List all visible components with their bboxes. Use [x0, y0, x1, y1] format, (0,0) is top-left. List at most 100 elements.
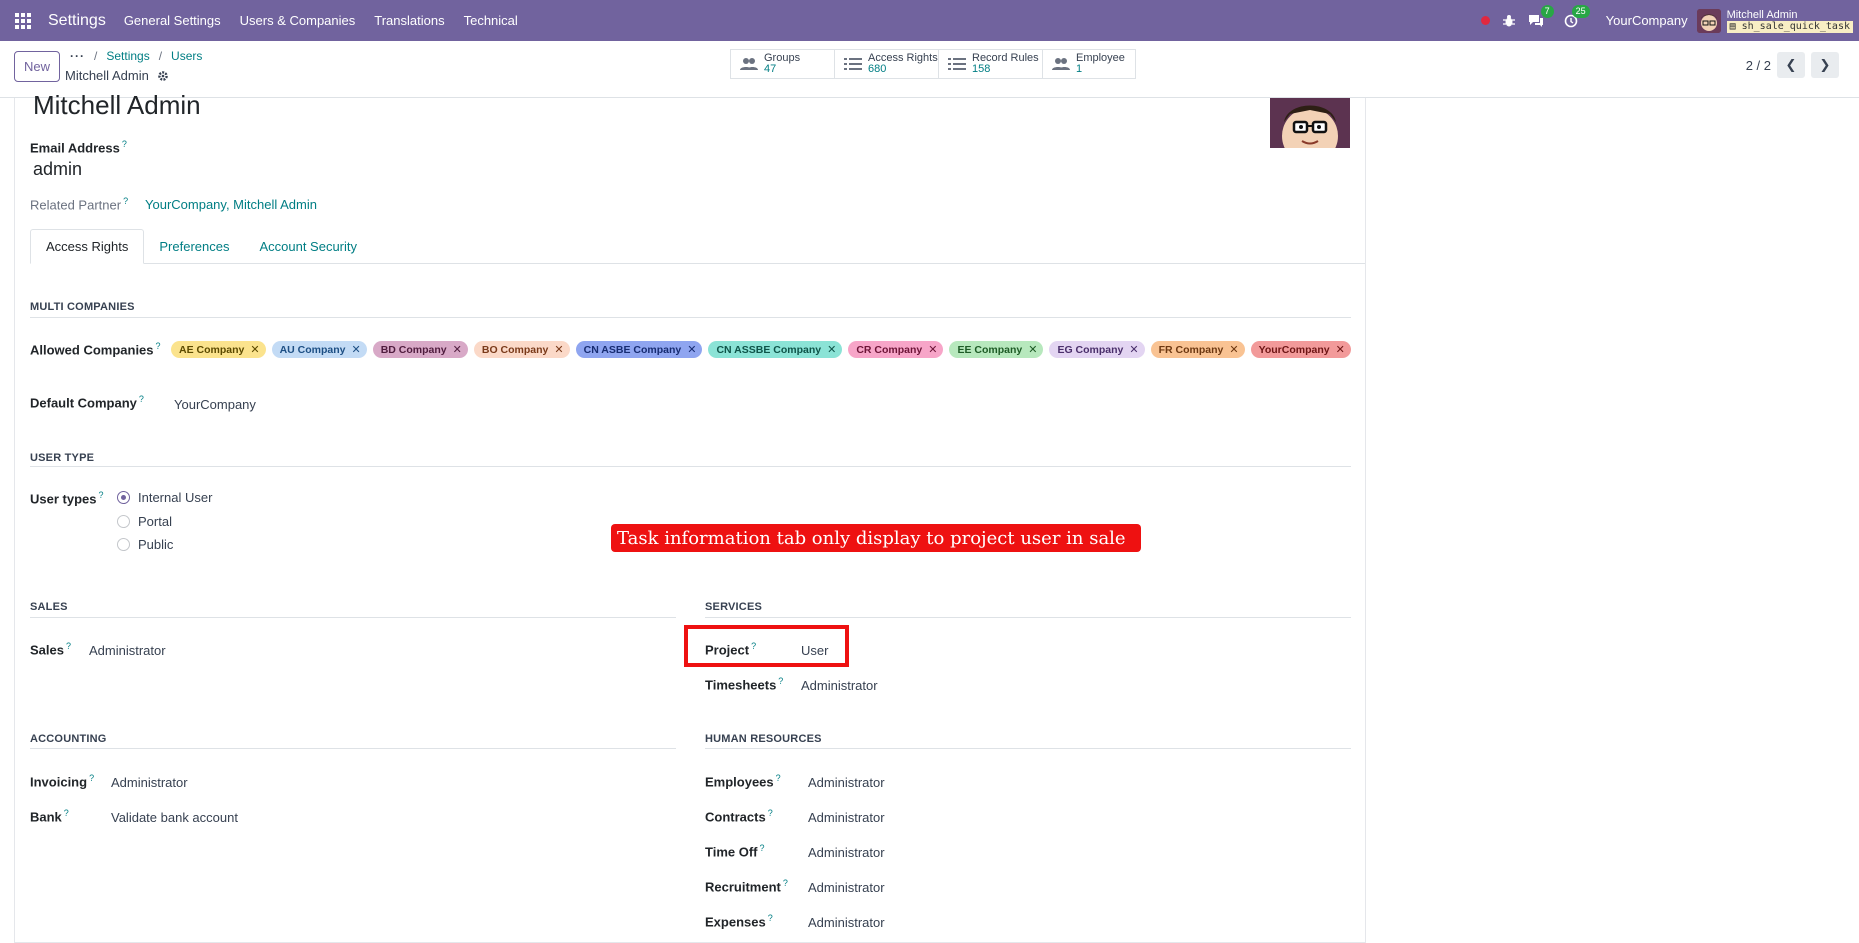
help-tooltip-icon[interactable]: ? [156, 341, 161, 351]
smart-buttons: Groups 47 Access Rights 680 Record Rules 15… [730, 49, 1136, 79]
remove-tag-icon[interactable]: ✕ [827, 343, 836, 356]
top-navbar: Settings General Settings Users & Compan… [0, 0, 1859, 41]
timesheets-label: Timesheets? [705, 676, 784, 693]
app-title[interactable]: Settings [48, 12, 106, 30]
menu-users-companies[interactable]: Users & Companies [240, 13, 356, 28]
company-tag: CN ASSBE Company ✕ [708, 341, 843, 358]
activity-clock-icon[interactable]: 25 [1564, 4, 1590, 28]
database-badge: ▤ sh_sale_quick_task [1726, 20, 1853, 33]
menu-technical[interactable]: Technical [464, 13, 518, 28]
breadcrumb: ··· / Settings / Users [70, 49, 202, 63]
access-rights-smart-button[interactable]: Access Rights 680 [835, 50, 939, 78]
company-tag: AU Company ✕ [271, 341, 367, 358]
allowed-companies-tags[interactable]: AE Company ✕ AU Company ✕ BD Company ✕ BO Comp… [171, 341, 1351, 358]
remove-tag-icon[interactable]: ✕ [1336, 343, 1345, 356]
new-button[interactable]: New [14, 51, 60, 82]
help-tooltip-icon[interactable]: ? [123, 196, 128, 206]
time-off-value[interactable]: Administrator [808, 845, 885, 860]
section-sales: SALES [30, 601, 68, 613]
radio-button-checked[interactable] [117, 491, 130, 504]
section-services: SERVICES [705, 601, 763, 613]
radio-button[interactable] [117, 515, 130, 528]
help-tooltip-icon[interactable]: ? [783, 878, 788, 888]
remove-tag-icon[interactable]: ✕ [554, 343, 563, 356]
help-tooltip-icon[interactable]: ? [98, 490, 103, 500]
pager-value[interactable]: 2 / 2 [1746, 58, 1771, 73]
invoicing-value[interactable]: Administrator [111, 775, 188, 790]
employees-value[interactable]: Administrator [808, 775, 885, 790]
company-tag-label: EE Company [957, 343, 1023, 356]
sales-label: Sales? [30, 641, 71, 658]
radio-button[interactable] [117, 538, 130, 551]
chat-icon[interactable]: 7 [1528, 4, 1554, 28]
help-tooltip-icon[interactable]: ? [64, 808, 69, 818]
timesheets-value[interactable]: Administrator [801, 678, 878, 693]
radio-portal[interactable]: Portal [117, 514, 172, 529]
pager-previous-button[interactable]: ❮ [1777, 52, 1805, 78]
apps-menu-icon[interactable] [15, 12, 31, 29]
expenses-value[interactable]: Administrator [808, 915, 885, 930]
company-tag: EG Company ✕ [1049, 341, 1145, 358]
default-company-value[interactable]: YourCompany [174, 397, 256, 412]
help-tooltip-icon[interactable]: ? [66, 641, 71, 651]
bug-icon[interactable] [1502, 14, 1516, 28]
radio-internal-user[interactable]: Internal User [117, 490, 212, 505]
remove-tag-icon[interactable]: ✕ [1028, 343, 1037, 356]
groups-smart-button[interactable]: Groups 47 [731, 50, 835, 78]
company-tag: YourCompany ✕ [1250, 341, 1351, 358]
bank-value[interactable]: Validate bank account [111, 810, 238, 825]
tab-account-security[interactable]: Account Security [244, 229, 372, 264]
menu-translations[interactable]: Translations [374, 13, 444, 28]
email-value[interactable]: admin [33, 159, 82, 180]
breadcrumb-settings[interactable]: Settings [106, 49, 149, 63]
related-partner-link[interactable]: YourCompany, Mitchell Admin [145, 197, 317, 212]
allowed-companies-label: Allowed Companies? [30, 341, 161, 358]
recruitment-value[interactable]: Administrator [808, 880, 885, 895]
breadcrumb-users[interactable]: Users [171, 49, 202, 63]
user-avatar-small[interactable] [1696, 8, 1721, 33]
menu-general-settings[interactable]: General Settings [124, 13, 221, 28]
tab-preferences[interactable]: Preferences [144, 229, 244, 264]
help-tooltip-icon[interactable]: ? [768, 913, 773, 923]
pager-next-button[interactable]: ❯ [1811, 52, 1839, 78]
user-name-field[interactable]: Mitchell Admin [33, 90, 201, 121]
sales-value[interactable]: Administrator [89, 643, 166, 658]
help-tooltip-icon[interactable]: ? [778, 676, 783, 686]
record-title: Mitchell Admin [65, 68, 169, 83]
help-tooltip-icon[interactable]: ? [760, 843, 765, 853]
breadcrumb-more-icon[interactable]: ··· [70, 49, 85, 63]
control-panel: New ··· / Settings / Users Mitchell Admi… [0, 41, 1859, 98]
help-tooltip-icon[interactable]: ? [776, 773, 781, 783]
record-rules-smart-button[interactable]: Record Rules 158 [939, 50, 1043, 78]
help-tooltip-icon[interactable]: ? [139, 394, 144, 404]
tab-access-rights[interactable]: Access Rights [30, 229, 145, 264]
section-user-type: USER TYPE [30, 452, 95, 464]
section-divider [705, 748, 1351, 749]
company-tag-label: YourCompany [1258, 343, 1330, 356]
remove-tag-icon[interactable]: ✕ [453, 343, 462, 356]
contracts-value[interactable]: Administrator [808, 810, 885, 825]
user-menu[interactable]: Mitchell Admin ▤ sh_sale_quick_task [1726, 9, 1853, 33]
remove-tag-icon[interactable]: ✕ [1229, 343, 1238, 356]
help-tooltip-icon[interactable]: ? [122, 139, 127, 149]
radio-public[interactable]: Public [117, 537, 173, 552]
company-tag-label: EG Company [1057, 343, 1124, 356]
remove-tag-icon[interactable]: ✕ [1129, 343, 1138, 356]
status-dot-icon[interactable] [1480, 16, 1490, 25]
company-switcher[interactable]: YourCompany [1606, 13, 1688, 28]
company-tag: CN ASBE Company ✕ [575, 341, 703, 358]
remove-tag-icon[interactable]: ✕ [687, 343, 696, 356]
remove-tag-icon[interactable]: ✕ [352, 343, 361, 356]
company-tag-label: AU Company [279, 343, 346, 356]
remove-tag-icon[interactable]: ✕ [928, 343, 937, 356]
help-tooltip-icon[interactable]: ? [768, 808, 773, 818]
employee-smart-button[interactable]: Employee 1 [1043, 50, 1135, 78]
user-avatar-image[interactable] [1270, 98, 1350, 148]
section-divider [30, 466, 1351, 467]
help-tooltip-icon[interactable]: ? [89, 773, 94, 783]
company-tag-label: CR Company [856, 343, 923, 356]
record-rules-count: 158 [972, 63, 991, 75]
company-tag-label: CN ASSBE Company [716, 343, 822, 356]
gear-icon[interactable] [157, 70, 169, 82]
remove-tag-icon[interactable]: ✕ [250, 343, 259, 356]
